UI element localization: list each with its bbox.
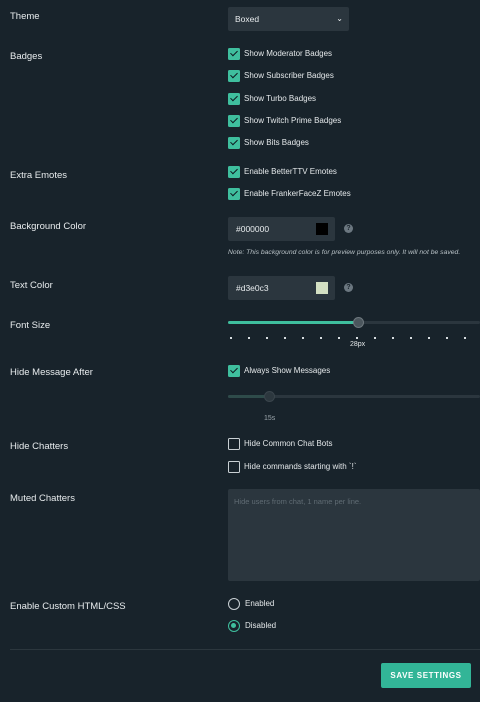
radio-unselected-icon[interactable] <box>228 597 240 610</box>
checkbox-show-moderator-badges[interactable]: Show Moderator Badges <box>228 47 332 60</box>
settings-page: Theme Boxed ⌄ Badges Show Moderator Badg… <box>0 0 480 702</box>
slider-tick <box>392 337 394 339</box>
checkbox-hide-commands[interactable]: Hide commands starting with `!` <box>228 460 356 473</box>
checkbox-enable-frankerfacez-emotes[interactable]: Enable FrankerFaceZ Emotes <box>228 187 351 200</box>
checkbox-show-twitch-prime-badges[interactable]: Show Twitch Prime Badges <box>228 114 341 127</box>
text-color-swatch[interactable] <box>316 282 328 294</box>
muted-chatters-label: Muted Chatters <box>10 493 75 504</box>
hide-message-slider-thumb[interactable] <box>264 391 275 402</box>
hide-message-value: 15s <box>264 415 276 422</box>
background-color-note: Note: This background color is for previ… <box>228 249 461 256</box>
checkbox-unchecked-icon[interactable] <box>228 437 240 450</box>
checkbox-label: Show Bits Badges <box>244 138 309 147</box>
checkbox-checked-icon[interactable] <box>228 47 240 60</box>
checkbox-checked-icon[interactable] <box>228 136 240 149</box>
slider-tick <box>374 337 376 339</box>
slider-tick <box>248 337 250 339</box>
background-color-label: Background Color <box>10 221 87 232</box>
checkbox-hide-common-chat-bots[interactable]: Hide Common Chat Bots <box>228 437 332 450</box>
help-icon[interactable]: ? <box>344 224 353 233</box>
font-size-slider-fill <box>228 321 359 324</box>
slider-tick <box>428 337 430 339</box>
radio-disabled[interactable]: Disabled <box>228 619 276 632</box>
hide-message-after-label: Hide Message After <box>10 367 93 378</box>
slider-tick <box>266 337 268 339</box>
checkbox-checked-icon[interactable] <box>228 114 240 127</box>
checkbox-label: Enable FrankerFaceZ Emotes <box>244 189 351 198</box>
font-size-label: Font Size <box>10 320 51 331</box>
checkbox-label: Always Show Messages <box>244 366 331 375</box>
checkbox-checked-icon[interactable] <box>228 69 240 82</box>
custom-html-label: Enable Custom HTML/CSS <box>10 601 126 612</box>
slider-tick <box>230 337 232 339</box>
slider-tick <box>284 337 286 339</box>
checkbox-checked-icon[interactable] <box>228 165 240 178</box>
theme-select-value: Boxed <box>235 14 260 24</box>
slider-tick <box>356 337 358 339</box>
checkbox-checked-icon[interactable] <box>228 187 240 200</box>
radio-label: Disabled <box>245 621 277 630</box>
muted-chatters-placeholder: Hide users from chat, 1 name per line. <box>234 497 362 506</box>
slider-tick <box>410 337 412 339</box>
radio-selected-icon[interactable] <box>228 619 240 632</box>
font-size-slider-thumb[interactable] <box>353 317 364 328</box>
background-color-value: #000000 <box>236 224 270 234</box>
badges-label: Badges <box>10 51 43 62</box>
checkbox-enable-bettertv-emotes[interactable]: Enable BetterTTV Emotes <box>228 165 337 178</box>
slider-tick <box>338 337 340 339</box>
checkbox-always-show-messages[interactable]: Always Show Messages <box>228 364 330 377</box>
checkbox-checked-icon[interactable] <box>228 364 240 377</box>
radio-enabled[interactable]: Enabled <box>228 597 274 610</box>
background-color-swatch[interactable] <box>316 223 328 235</box>
checkbox-checked-icon[interactable] <box>228 92 240 105</box>
theme-select[interactable]: Boxed ⌄ <box>228 7 349 31</box>
checkbox-label: Hide Common Chat Bots <box>244 439 333 448</box>
help-icon[interactable]: ? <box>344 283 353 292</box>
text-color-value: #d3e0c3 <box>236 283 269 293</box>
slider-tick <box>464 337 466 339</box>
slider-tick <box>302 337 304 339</box>
checkbox-show-turbo-badges[interactable]: Show Turbo Badges <box>228 92 316 105</box>
theme-label: Theme <box>10 11 40 22</box>
checkbox-label: Hide commands starting with `!` <box>244 462 357 471</box>
checkbox-label: Show Turbo Badges <box>244 94 317 103</box>
text-color-label: Text Color <box>10 280 53 291</box>
slider-tick <box>446 337 448 339</box>
chevron-down-icon: ⌄ <box>336 14 343 23</box>
text-color-input[interactable]: #d3e0c3 <box>228 276 335 300</box>
background-color-input[interactable]: #000000 <box>228 217 335 241</box>
slider-tick <box>320 337 322 339</box>
footer-divider <box>10 649 480 650</box>
hide-chatters-label: Hide Chatters <box>10 441 69 452</box>
extra-emotes-label: Extra Emotes <box>10 170 68 181</box>
checkbox-label: Enable BetterTTV Emotes <box>244 167 337 176</box>
checkbox-label: Show Twitch Prime Badges <box>244 116 342 125</box>
checkbox-label: Show Subscriber Badges <box>244 71 334 80</box>
save-settings-button[interactable]: SAVE SETTINGS <box>381 663 471 688</box>
checkbox-unchecked-icon[interactable] <box>228 460 240 473</box>
checkbox-show-bits-badges[interactable]: Show Bits Badges <box>228 136 309 149</box>
checkbox-show-subscriber-badges[interactable]: Show Subscriber Badges <box>228 69 334 82</box>
muted-chatters-textarea[interactable]: Hide users from chat, 1 name per line. <box>228 489 480 581</box>
checkbox-label: Show Moderator Badges <box>244 49 333 58</box>
radio-label: Enabled <box>245 599 275 608</box>
font-size-value: 28px <box>350 341 366 348</box>
